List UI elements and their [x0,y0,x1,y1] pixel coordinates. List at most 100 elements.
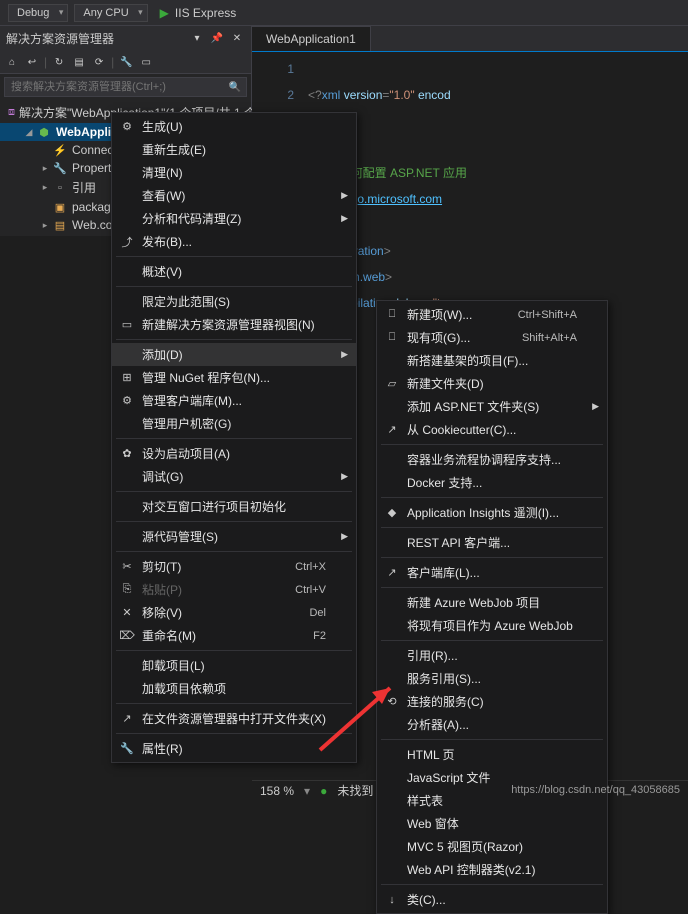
collapse-icon[interactable]: ▭ [138,54,154,70]
menu-item-icon: ▭ [119,318,135,331]
menu-item[interactable]: Docker 支持... [377,471,607,494]
menu-item-label: 分析和代码清理(Z) [142,210,241,227]
search-icon[interactable]: 🔍 [227,79,243,95]
menu-item[interactable]: 🔧属性(R) [112,737,356,760]
menu-item-label: 新建 Azure WebJob 项目 [407,594,540,611]
menu-item[interactable]: ⚙生成(U) [112,115,356,138]
menu-item-label: 添加 ASP.NET 文件夹(S) [407,398,539,415]
menu-item-label: 客户端库(L)... [407,564,480,581]
menu-item[interactable]: 重新生成(E) [112,138,356,161]
menu-item[interactable]: ✿设为启动项目(A) [112,442,356,465]
menu-item-icon: 🔧 [119,742,135,755]
menu-item-icon: ◆ [384,506,400,519]
menu-item[interactable]: 添加 ASP.NET 文件夹(S)▶ [377,395,607,418]
menu-item-icon: ↗ [384,423,400,436]
search-input[interactable] [5,78,227,96]
menu-item[interactable]: ↓类(C)... [377,888,607,911]
menu-item[interactable]: ⎘粘贴(P)Ctrl+V [112,578,356,601]
sync-icon[interactable]: ↻ [51,54,67,70]
panel-pin-icon[interactable]: 📌 [209,31,225,47]
menu-item[interactable]: 源代码管理(S)▶ [112,525,356,548]
menu-item-label: 发布(B)... [142,233,192,250]
menu-item[interactable]: ✕移除(V)Del [112,601,356,624]
submenu-arrow-icon: ▶ [341,471,348,482]
menu-item[interactable]: 清理(N) [112,161,356,184]
menu-item-label: 连接的服务(C) [407,693,484,710]
menu-item[interactable]: MVC 5 视图页(Razor) [377,835,607,858]
menu-item[interactable]: 引用(R)... [377,644,607,667]
menu-item[interactable]: 新搭建基架的项目(F)... [377,349,607,372]
menu-item[interactable]: 将现有项目作为 Azure WebJob [377,614,607,637]
menu-item[interactable]: 对交互窗口进行项目初始化 [112,495,356,518]
menu-item[interactable]: ↗ 客户端库(L)... [377,561,607,584]
home-icon[interactable]: ⌂ [4,54,20,70]
menu-item[interactable]: 分析器(A)... [377,713,607,736]
menu-item[interactable]: ⚙管理客户端库(M)... [112,389,356,412]
menu-item[interactable]: 限定为此范围(S) [112,290,356,313]
menu-item[interactable]: 卸载项目(L) [112,654,356,677]
refresh-icon[interactable]: ⟳ [91,54,107,70]
menu-item[interactable]: 管理用户机密(G) [112,412,356,435]
menu-item[interactable]: ◆ Application Insights 遥测(I)... [377,501,607,524]
menu-item[interactable]: ⤴ 发布(B)... [112,230,356,253]
menu-item[interactable]: HTML 页 [377,743,607,766]
menu-item[interactable]: ▱新建文件夹(D) [377,372,607,395]
menu-item[interactable]: 服务引用(S)... [377,667,607,690]
zoom-level[interactable]: 158 % [260,784,294,798]
explorer-toolbar: ⌂ ↩ | ↻ ▤ ⟳ | 🔧 ▭ [0,51,251,74]
menu-item-icon: ▱ [384,377,400,390]
menu-item-label: 在文件资源管理器中打开文件夹(X) [142,710,326,727]
menu-item-label: 限定为此范围(S) [142,293,230,310]
menu-item-label: 引用(R)... [407,647,458,664]
menu-item[interactable]: ▭新建解决方案资源管理器视图(N) [112,313,356,336]
menu-item-icon: ⌦ [119,629,135,642]
back-icon[interactable]: ↩ [24,54,40,70]
menu-item[interactable]: 查看(W)▶ [112,184,356,207]
menu-item[interactable]: ✂剪切(T)Ctrl+X [112,555,356,578]
menu-item-icon: ✿ [119,447,135,460]
props-icon[interactable]: 🔧 [118,54,134,70]
menu-item[interactable]: Web API 控制器类(v2.1) [377,858,607,881]
menu-item[interactable]: ⎕新建项(W)...Ctrl+Shift+A [377,303,607,326]
menu-item[interactable]: 分析和代码清理(Z) ▶ [112,207,356,230]
menu-item[interactable]: ↗ 在文件资源管理器中打开文件夹(X) [112,707,356,730]
submenu-arrow-icon: ▶ [341,213,348,224]
panel-dropdown-icon[interactable]: ▾ [189,31,205,47]
menu-item-label: Application Insights 遥测(I)... [407,504,559,521]
menu-item-label: 服务引用(S)... [407,670,481,687]
menu-item-label: 管理用户机密(G) [142,415,231,432]
menu-item-label: Docker 支持... [407,474,482,491]
run-icon[interactable]: ▶ [160,6,169,20]
menu-item[interactable]: REST API 客户端... [377,531,607,554]
showall-icon[interactable]: ▤ [71,54,87,70]
menu-item-icon: ↗ [119,712,135,725]
menu-item-icon: ⤴ [119,234,135,250]
menu-item[interactable]: ⎕现有项(G)...Shift+Alt+A [377,326,607,349]
menu-item[interactable]: 添加(D)▶ [112,343,356,366]
menu-item-icon: ⎕ [384,308,400,321]
menu-item-label: 对交互窗口进行项目初始化 [142,498,286,515]
menu-item[interactable]: Web 窗体 [377,812,607,835]
menu-item[interactable]: ⟲连接的服务(C) [377,690,607,713]
server-label: IIS Express [175,6,236,20]
menu-item-shortcut: Ctrl+V [275,584,326,596]
editor-tab[interactable]: WebApplication1 [252,26,371,51]
menu-item-icon: ✂ [119,560,135,573]
panel-close-icon[interactable]: ✕ [229,31,245,47]
menu-item[interactable]: 加载项目依赖项 [112,677,356,700]
add-submenu: ⎕新建项(W)...Ctrl+Shift+A⎕现有项(G)...Shift+Al… [376,300,608,914]
top-toolbar: Debug Any CPU ▶ IIS Express [0,0,688,26]
menu-item[interactable]: ↗从 Cookiecutter(C)... [377,418,607,441]
menu-item[interactable]: 概述(V) [112,260,356,283]
menu-item-icon: ⎕ [384,331,400,344]
submenu-arrow-icon: ▶ [341,531,348,542]
menu-item-shortcut: Ctrl+X [275,561,326,573]
menu-item-icon: ↗ [384,566,400,579]
menu-item[interactable]: ⌦重命名(M)F2 [112,624,356,647]
menu-item[interactable]: 容器业务流程协调程序支持... [377,448,607,471]
menu-item[interactable]: 新建 Azure WebJob 项目 [377,591,607,614]
menu-item[interactable]: 调试(G)▶ [112,465,356,488]
platform-dropdown[interactable]: Any CPU [74,4,147,22]
config-dropdown[interactable]: Debug [8,4,68,22]
menu-item[interactable]: ⊞管理 NuGet 程序包(N)... [112,366,356,389]
